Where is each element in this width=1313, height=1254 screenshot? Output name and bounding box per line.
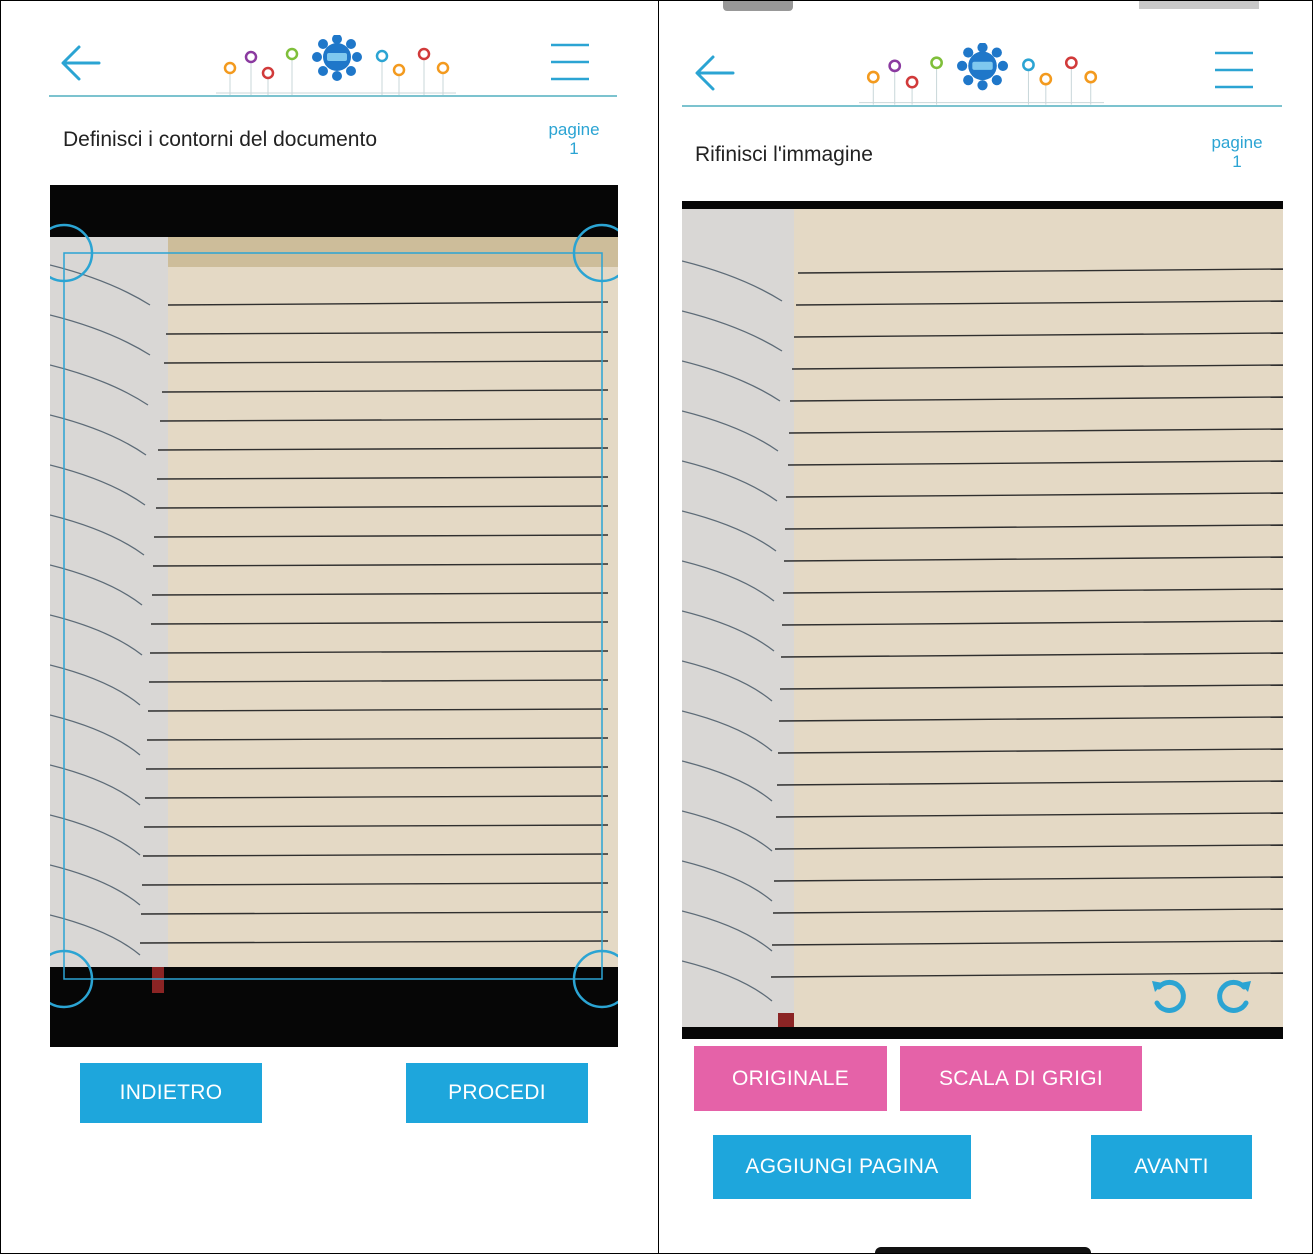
header-divider xyxy=(682,105,1282,107)
rotate-right-icon[interactable] xyxy=(1214,977,1254,1017)
back-arrow-icon[interactable] xyxy=(693,51,737,95)
page-counter: pagine 1 xyxy=(534,120,614,158)
hamburger-menu-icon[interactable] xyxy=(1213,49,1255,91)
page-counter-label: pagine xyxy=(548,120,600,139)
header-divider xyxy=(49,95,617,97)
page-counter: pagine 1 xyxy=(1197,133,1277,171)
notebook-photo xyxy=(50,185,618,1047)
notebook-photo xyxy=(682,201,1283,1039)
crop-screen: Definisci i contorni del documento pagin… xyxy=(0,0,659,1254)
original-filter-button[interactable]: ORIGINALE xyxy=(694,1046,887,1111)
back-button[interactable]: INDIETRO xyxy=(80,1063,262,1123)
refine-screen: Rifinisci l'immagine pagine 1 ORIGINALE … xyxy=(659,0,1313,1254)
page-counter-value: 1 xyxy=(569,139,579,158)
refined-document-photo xyxy=(682,201,1283,1039)
page-counter-label: pagine xyxy=(1211,133,1263,152)
home-indicator[interactable] xyxy=(875,1247,1091,1253)
proceed-button[interactable]: PROCEDI xyxy=(406,1063,588,1123)
status-bar-clock xyxy=(723,1,793,11)
page-title: Definisci i contorni del documento xyxy=(63,128,377,151)
next-button[interactable]: AVANTI xyxy=(1091,1135,1252,1199)
document-photo-crop[interactable] xyxy=(50,185,618,1047)
flower-logo-icon xyxy=(859,42,1104,105)
page-title: Rifinisci l'immagine xyxy=(695,143,873,166)
grayscale-filter-button[interactable]: SCALA DI GRIGI xyxy=(900,1046,1142,1111)
status-bar-indicators xyxy=(1139,1,1259,9)
rotate-left-icon[interactable] xyxy=(1149,977,1189,1017)
add-page-button[interactable]: AGGIUNGI PAGINA xyxy=(713,1135,971,1199)
back-arrow-icon[interactable] xyxy=(59,41,103,85)
page-counter-value: 1 xyxy=(1232,152,1242,171)
hamburger-menu-icon[interactable] xyxy=(549,41,591,83)
flower-logo-icon xyxy=(216,34,456,95)
